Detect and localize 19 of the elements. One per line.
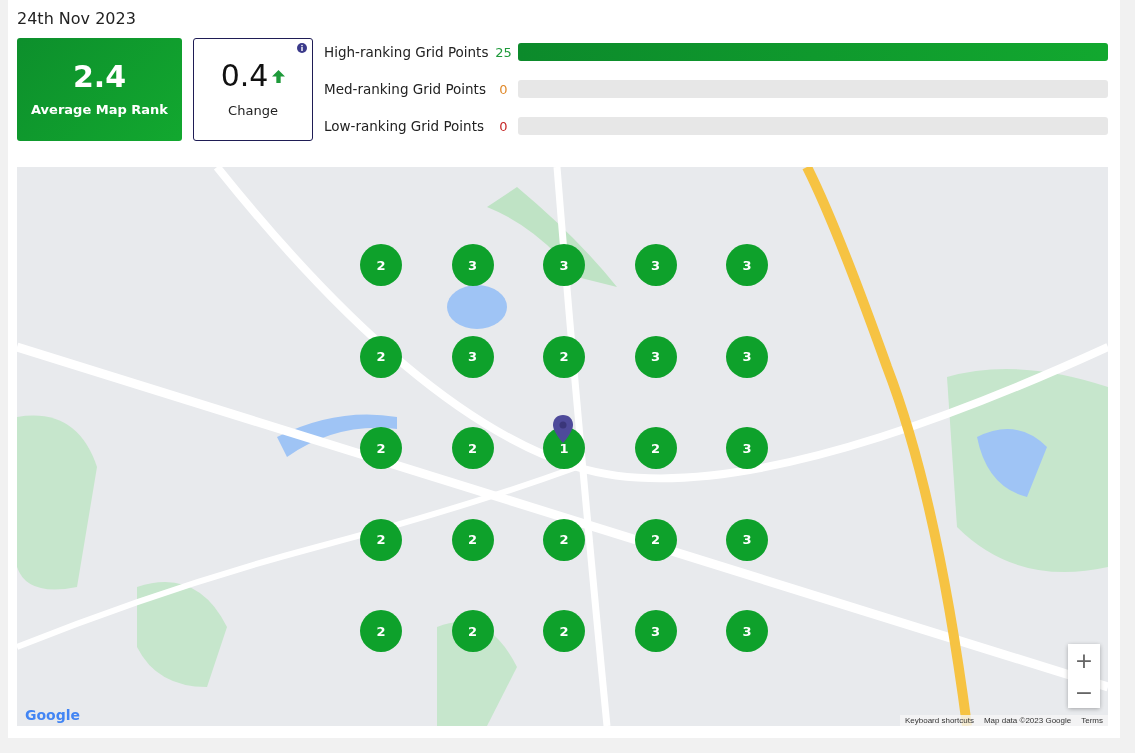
map-pin-icon: [553, 415, 573, 443]
zoom-out-button[interactable]: −: [1068, 676, 1100, 708]
ranking-label: Med-ranking Grid Points: [324, 81, 487, 97]
change-label: Change: [228, 103, 278, 118]
average-rank-value: 2.4: [72, 62, 127, 92]
zoom-in-button[interactable]: +: [1068, 644, 1100, 676]
report-date: 24th Nov 2023: [17, 8, 137, 30]
info-icon[interactable]: [297, 43, 307, 53]
attribution-link[interactable]: Keyboard shortcuts: [905, 716, 974, 725]
attribution-link[interactable]: Terms: [1081, 716, 1103, 725]
ranking-count: 0: [498, 118, 509, 134]
change-value: 0.4: [220, 61, 269, 91]
average-rank-label: Average Map Rank: [31, 102, 168, 117]
ranking-count: 25: [494, 44, 513, 60]
map-logo: Google: [25, 707, 81, 723]
ranking-label: Low-ranking Grid Points: [324, 118, 485, 134]
ranking-count: 0: [498, 81, 509, 97]
ranking-label: High-ranking Grid Points: [324, 44, 489, 60]
attribution-link[interactable]: Map data ©2023 Google: [983, 716, 1072, 725]
